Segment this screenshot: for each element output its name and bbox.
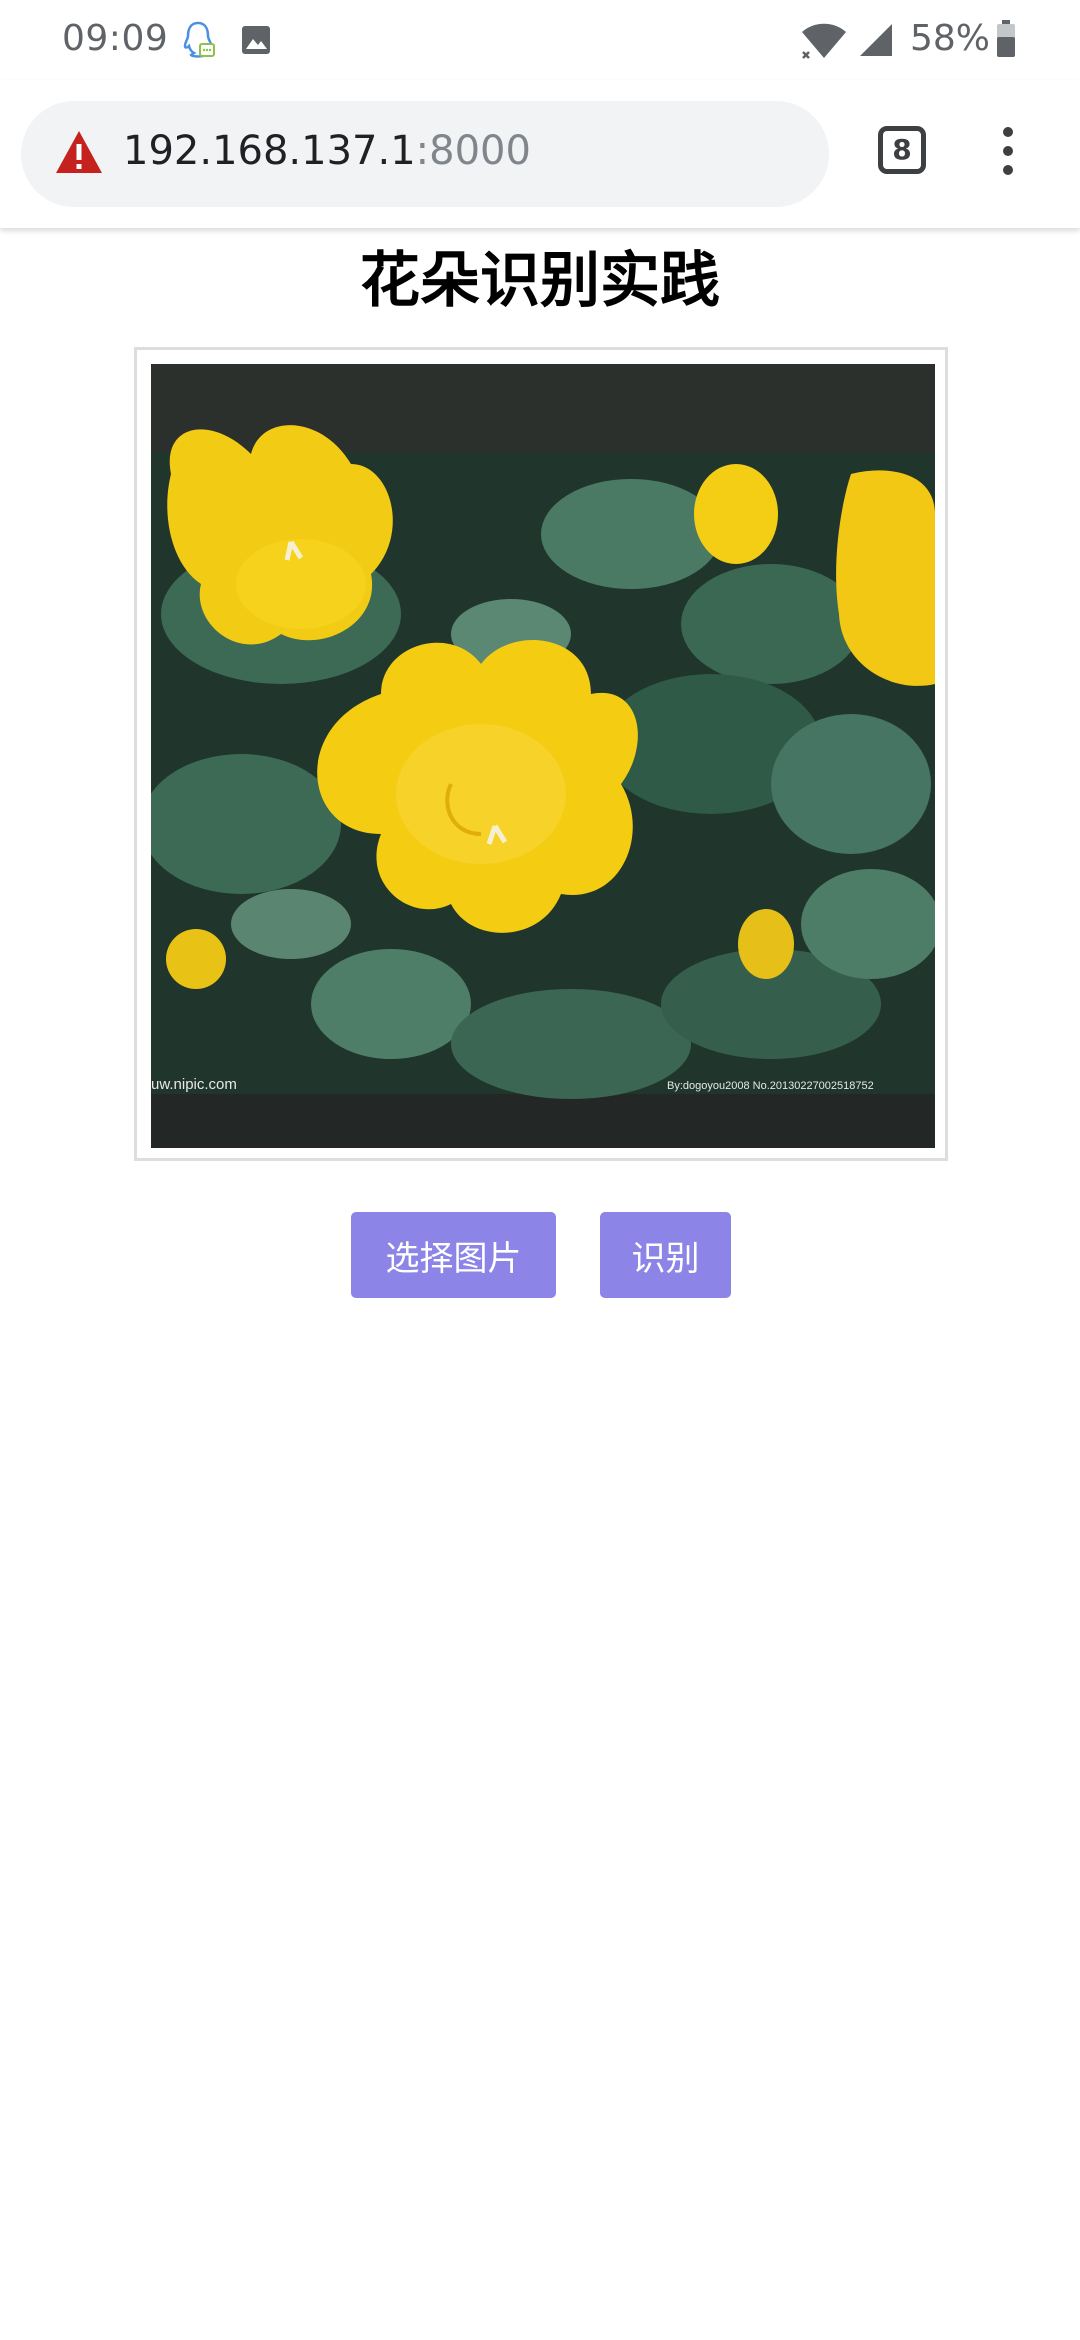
- action-buttons: 选择图片 识别: [0, 1212, 1080, 1298]
- wifi-icon: [800, 22, 848, 60]
- not-secure-warning-icon[interactable]: [54, 129, 104, 175]
- identify-button[interactable]: 识别: [600, 1212, 731, 1298]
- battery-icon: [996, 20, 1016, 58]
- status-bar: 09:09 58%: [0, 0, 1080, 80]
- more-options-icon[interactable]: [996, 126, 1020, 176]
- url-port: :8000: [415, 128, 531, 174]
- flower-photo: uw.nipic.com By:dogoyou2008 No.201302270…: [151, 364, 935, 1148]
- image-preview-frame: uw.nipic.com By:dogoyou2008 No.201302270…: [134, 347, 948, 1161]
- url-text[interactable]: 192.168.137.1:8000: [123, 128, 531, 174]
- browser-toolbar: 192.168.137.1:8000 8: [0, 80, 1080, 228]
- signal-icon: [858, 22, 894, 58]
- photo-watermark-left: uw.nipic.com: [151, 1076, 237, 1093]
- qq-icon: [180, 20, 216, 60]
- page-title: 花朵识别实践: [360, 246, 720, 316]
- address-bar[interactable]: 192.168.137.1:8000: [21, 101, 829, 207]
- url-host: 192.168.137.1: [123, 128, 416, 174]
- choose-image-button[interactable]: 选择图片: [351, 1212, 556, 1298]
- status-time: 09:09: [62, 18, 169, 59]
- image-icon: [240, 24, 272, 56]
- tab-switcher-button[interactable]: 8: [878, 126, 926, 174]
- photo-watermark-right: By:dogoyou2008 No.20130227002518752: [667, 1080, 874, 1092]
- battery-percentage: 58%: [910, 18, 991, 59]
